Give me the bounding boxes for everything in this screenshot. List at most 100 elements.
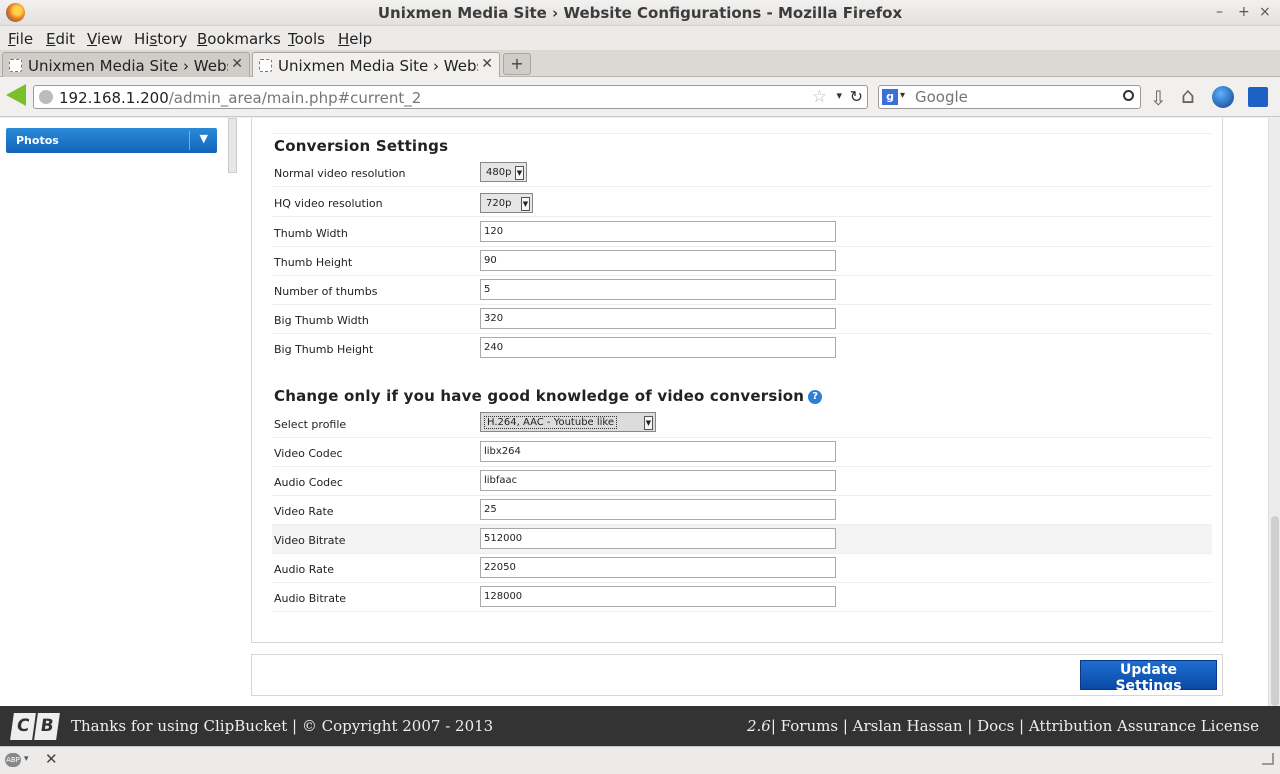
navigation-toolbar: 192.168.1.200/admin_area/main.php#curren…	[0, 77, 1280, 117]
settings-row: Select profile H.264, AAC - Youtube like…	[272, 409, 1212, 438]
window-titlebar: Unixmen Media Site › Website Configurati…	[0, 0, 1280, 26]
thumb-width-input[interactable]	[480, 221, 836, 242]
settings-row: Big Thumb Height	[272, 334, 1212, 363]
footer-copyright: Thanks for using ClipBucket | © Copyrigh…	[71, 717, 494, 735]
tab-2[interactable]: Unixmen Media Site › Websi… ✕	[252, 52, 500, 77]
page-scrollbar[interactable]	[1268, 118, 1280, 706]
field-label: Big Thumb Width	[274, 314, 369, 327]
reload-icon[interactable]: ↻	[850, 87, 863, 106]
profile-select[interactable]: H.264, AAC - Youtube like ▼	[480, 412, 656, 432]
close-window-button[interactable]: ×	[1259, 4, 1271, 20]
adblock-icon[interactable]: ABP	[5, 753, 21, 767]
settings-row: Video Codec	[272, 438, 1212, 467]
settings-row: Audio Bitrate	[272, 583, 1212, 612]
menu-help[interactable]: Help	[338, 30, 372, 48]
close-addon-bar-icon[interactable]: ✕	[45, 750, 58, 768]
field-label: Thumb Height	[274, 256, 353, 269]
section-title-conversion: Conversion Settings	[274, 137, 449, 155]
menu-view[interactable]: View	[87, 30, 123, 48]
footer-links[interactable]: 2.6| Forums | Arslan Hassan | Docs | Att…	[747, 717, 1259, 735]
search-input[interactable]	[913, 88, 1113, 106]
field-label: Number of thumbs	[274, 285, 378, 298]
page-icon	[9, 59, 22, 72]
big-thumb-width-input[interactable]	[480, 308, 836, 329]
url-text[interactable]: 192.168.1.200/admin_area/main.php#curren…	[59, 89, 421, 107]
video-bitrate-input[interactable]	[480, 528, 836, 549]
triangle-down-icon[interactable]: ▼	[200, 132, 208, 145]
resize-grip-icon[interactable]	[1262, 753, 1274, 765]
video-codec-input[interactable]	[480, 441, 836, 462]
download-icon[interactable]: ⇩	[1150, 86, 1167, 110]
field-label: Thumb Width	[274, 227, 348, 240]
window-title: Unixmen Media Site › Website Configurati…	[377, 4, 903, 22]
menu-tools[interactable]: Tools	[288, 30, 325, 48]
settings-row: Number of thumbs	[272, 276, 1212, 305]
audio-bitrate-input[interactable]	[480, 586, 836, 607]
settings-row: Audio Codec	[272, 467, 1212, 496]
scrollbar-thumb[interactable]	[1271, 516, 1279, 706]
menu-bar: File Edit View History Bookmarks Tools H…	[0, 26, 1280, 50]
version-number: 2.6	[747, 717, 771, 735]
tab-bar: Unixmen Media Site › Websi… ✕ Unixmen Me…	[0, 50, 1280, 77]
field-label: Audio Codec	[274, 476, 343, 489]
field-label: HQ video resolution	[274, 197, 383, 210]
thumb-height-input[interactable]	[480, 250, 836, 271]
search-engine-dropdown-icon[interactable]: ▾	[900, 90, 905, 101]
search-icon[interactable]	[1123, 90, 1134, 101]
settings-row: Normal video resolution 480p ▼	[272, 158, 1212, 187]
divider	[272, 133, 1212, 134]
menu-edit[interactable]: Edit	[46, 30, 75, 48]
field-label: Video Bitrate	[274, 534, 346, 547]
audio-codec-input[interactable]	[480, 470, 836, 491]
hq-resolution-select[interactable]: 720p ▼	[480, 193, 533, 213]
field-label: Normal video resolution	[274, 167, 406, 180]
field-label: Audio Rate	[274, 563, 334, 576]
google-icon[interactable]: g	[882, 89, 898, 105]
adblock-dropdown-icon[interactable]: ▾	[24, 754, 29, 764]
divider	[189, 131, 190, 150]
url-bar[interactable]: 192.168.1.200/admin_area/main.php#curren…	[33, 85, 868, 109]
new-tab-button[interactable]: +	[503, 53, 531, 75]
help-icon[interactable]: ?	[808, 390, 823, 404]
normal-resolution-select[interactable]: 480p ▼	[480, 162, 527, 182]
tab-close-icon[interactable]: ✕	[481, 56, 493, 72]
menu-history[interactable]: History	[134, 30, 187, 48]
home-icon[interactable]: ⌂	[1181, 84, 1195, 109]
field-label: Video Codec	[274, 447, 343, 460]
big-thumb-height-input[interactable]	[480, 337, 836, 358]
back-arrow-icon[interactable]	[6, 84, 26, 106]
addon-media-icon[interactable]	[1212, 86, 1234, 108]
audio-rate-input[interactable]	[480, 557, 836, 578]
sidebar-scrollbar[interactable]	[228, 118, 237, 173]
addon-edit-icon[interactable]	[1248, 87, 1268, 107]
settings-panel: Conversion Settings Normal video resolut…	[251, 118, 1223, 643]
settings-row: Audio Rate	[272, 554, 1212, 583]
video-rate-input[interactable]	[480, 499, 836, 520]
update-settings-button[interactable]: Update Settings	[1080, 660, 1217, 694]
search-bar[interactable]: g ▾	[878, 85, 1141, 109]
minimize-button[interactable]: –	[1216, 4, 1223, 20]
chevron-down-icon: ▼	[644, 416, 653, 430]
url-history-dropdown-icon[interactable]: ▾	[836, 89, 842, 102]
chevron-down-icon: ▼	[521, 197, 530, 211]
clipbucket-logo: CB	[10, 713, 60, 740]
settings-row: Video Bitrate	[272, 525, 1212, 554]
tab-close-icon[interactable]: ✕	[231, 56, 243, 72]
settings-row: HQ video resolution 720p ▼	[272, 188, 1212, 217]
maximize-button[interactable]: +	[1238, 4, 1250, 20]
page-icon	[259, 59, 272, 72]
sidebar-item-photos[interactable]: Photos ▼	[6, 128, 217, 153]
site-identity-icon[interactable]	[39, 90, 53, 104]
button-panel: Update Settings	[251, 654, 1223, 696]
addon-bar: ABP ▾ ✕	[0, 746, 1280, 774]
field-label: Select profile	[274, 418, 347, 431]
number-of-thumbs-input[interactable]	[480, 279, 836, 300]
bookmark-star-icon[interactable]: ☆	[812, 87, 827, 107]
field-label: Video Rate	[274, 505, 334, 518]
menu-bookmarks[interactable]: Bookmarks	[197, 30, 281, 48]
tab-label: Unixmen Media Site › Websi…	[28, 57, 228, 75]
menu-file[interactable]: File	[8, 30, 33, 48]
settings-row: Thumb Width	[272, 218, 1212, 247]
section-title-advanced: Change only if you have good knowledge o…	[274, 387, 823, 405]
tab-1[interactable]: Unixmen Media Site › Websi… ✕	[2, 52, 250, 77]
